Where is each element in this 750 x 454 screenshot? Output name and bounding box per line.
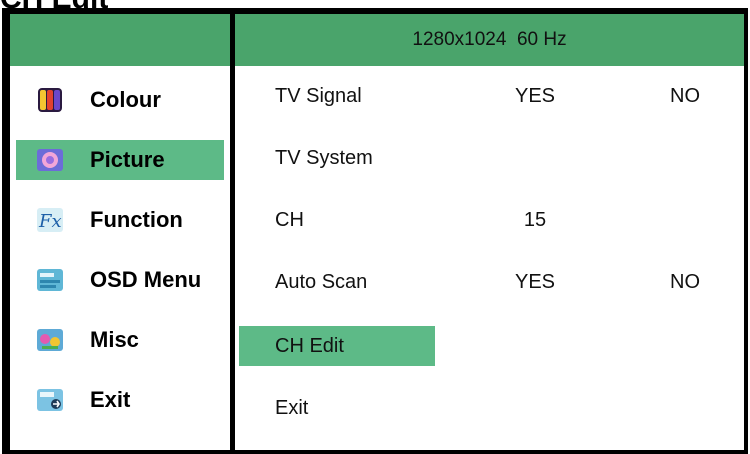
exit-icon [37,389,63,411]
sidebar-item-colour[interactable]: Colour [10,80,230,120]
sidebar-item-label: OSD Menu [90,267,202,292]
sidebar-item-misc[interactable]: Misc [10,320,230,360]
option-no[interactable]: NO [655,262,715,302]
colour-bars-icon [38,88,62,112]
menu-row-ch-edit[interactable]: CH Edit [235,326,744,366]
picture-icon [37,149,63,171]
sidebar-header-bar [10,14,230,66]
menu-row-ch[interactable]: CH 15 [235,200,744,240]
sidebar-item-label: Exit [90,387,131,412]
option-yes[interactable]: YES [505,262,565,302]
row-label: Exit [275,397,309,419]
osd-sidebar: Colour Picture Fx Function OSD Menu Misc… [10,14,230,450]
sidebar-item-picture[interactable]: Picture [10,140,230,180]
sidebar-item-label: Function [90,207,183,232]
menu-row-exit[interactable]: Exit [235,388,744,428]
misc-icon [37,329,63,351]
svg-text:Fx: Fx [38,211,62,232]
row-label: TV System [275,147,373,169]
row-label: CH [275,209,304,231]
osd-main-panel: 1280x1024 60 Hz TV Signal YES NO TV Syst… [235,14,744,450]
sidebar-item-label: Picture [90,147,165,172]
row-label: Auto Scan [275,271,368,293]
sidebar-item-function[interactable]: Fx Function [10,200,230,240]
sidebar-item-osd-menu[interactable]: OSD Menu [10,260,230,300]
menu-row-tv-system[interactable]: TV System [235,138,744,178]
menu-row-auto-scan[interactable]: Auto Scan YES NO [235,262,744,302]
row-label: TV Signal [275,85,362,107]
channel-value[interactable]: 15 [505,200,565,240]
sidebar-item-label: Colour [90,87,161,112]
sidebar-item-label: Misc [90,327,139,352]
osd-menu-icon [37,269,63,291]
option-yes[interactable]: YES [505,76,565,116]
menu-row-tv-signal[interactable]: TV Signal YES NO [235,76,744,116]
row-label: CH Edit [275,335,344,357]
fx-icon: Fx [37,208,63,232]
option-no[interactable]: NO [655,76,715,116]
sidebar-item-exit[interactable]: Exit [10,380,230,420]
resolution-readout: 1280x1024 60 Hz [412,29,567,50]
